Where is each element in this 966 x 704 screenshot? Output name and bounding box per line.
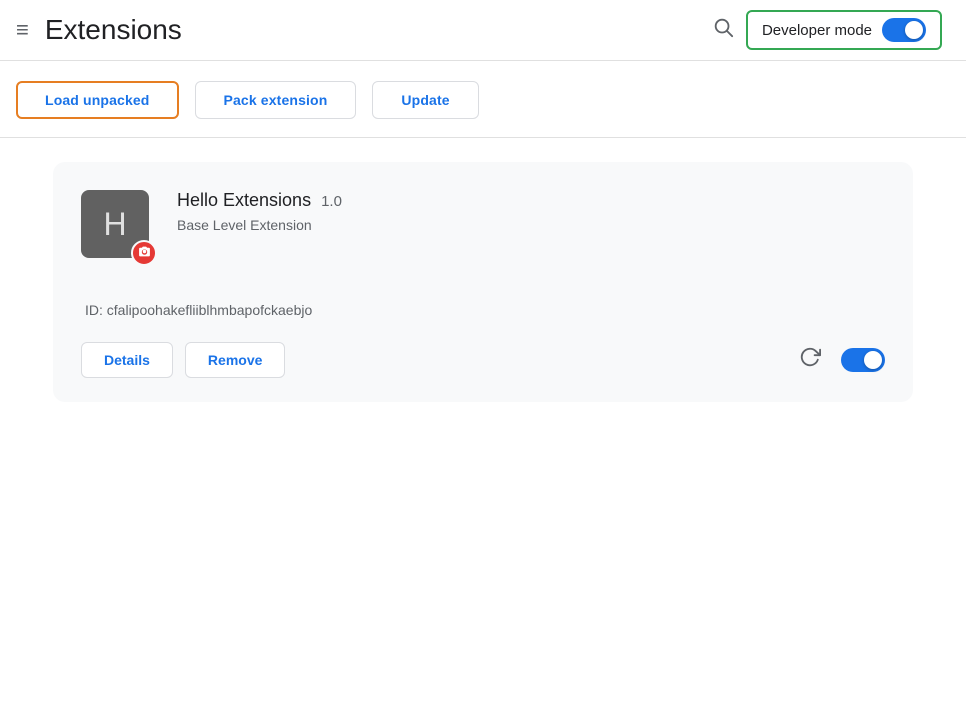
extension-description: Base Level Extension — [177, 217, 885, 233]
extension-name: Hello Extensions — [177, 190, 311, 211]
main-content: H Hello Extensions 1.0 Base Level Extens… — [0, 138, 966, 426]
extension-name-row: Hello Extensions 1.0 — [177, 190, 885, 211]
reload-icon[interactable] — [799, 346, 821, 374]
header-left: ≡ Extensions — [16, 14, 182, 46]
extension-icon-wrapper: H — [81, 190, 153, 262]
card-bottom: Details Remove — [81, 338, 885, 378]
extension-toggle[interactable] — [841, 348, 885, 372]
extension-info: Hello Extensions 1.0 Base Level Extensio… — [177, 190, 885, 233]
extension-card: H Hello Extensions 1.0 Base Level Extens… — [53, 162, 913, 402]
header-right: Developer mode — [712, 10, 942, 50]
extension-badge — [131, 240, 157, 266]
search-icon[interactable] — [712, 16, 734, 44]
toolbar: Load unpacked Pack extension Update — [0, 61, 966, 138]
remove-button[interactable]: Remove — [185, 342, 285, 378]
developer-mode-label: Developer mode — [762, 22, 872, 39]
extension-version: 1.0 — [321, 193, 342, 210]
page-title: Extensions — [45, 14, 182, 46]
developer-mode-toggle[interactable] — [882, 18, 926, 42]
update-button[interactable]: Update — [372, 81, 478, 119]
pack-extension-button[interactable]: Pack extension — [195, 81, 357, 119]
camera-icon — [138, 245, 151, 261]
menu-icon[interactable]: ≡ — [16, 17, 29, 43]
developer-mode-box: Developer mode — [746, 10, 942, 50]
details-button[interactable]: Details — [81, 342, 173, 378]
extension-id: ID: cfalipoohakefliiblhmbapofckaebjo — [81, 302, 885, 318]
load-unpacked-button[interactable]: Load unpacked — [16, 81, 179, 119]
card-top: H Hello Extensions 1.0 Base Level Extens… — [81, 190, 885, 262]
page-header: ≡ Extensions Developer mode — [0, 0, 966, 61]
